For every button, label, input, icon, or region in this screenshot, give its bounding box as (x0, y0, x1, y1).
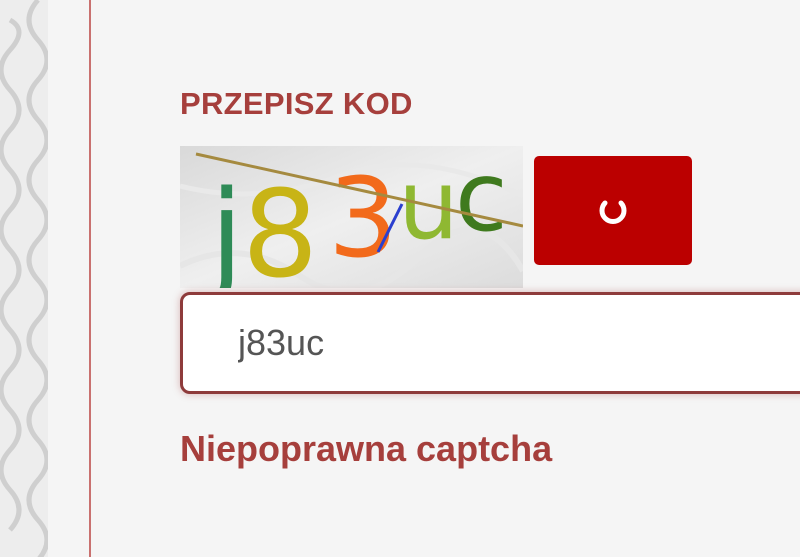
refresh-icon (599, 200, 627, 224)
decorative-pattern (0, 0, 48, 557)
captcha-glyph-c: c (455, 146, 508, 253)
captcha-label: PRZEPISZ KOD (180, 86, 413, 121)
captcha-glyph-j: j (207, 166, 243, 288)
refresh-captcha-button[interactable] (534, 156, 692, 265)
captcha-image: j 8 3 u c (180, 146, 523, 288)
captcha-input[interactable] (180, 292, 800, 394)
vertical-divider (89, 0, 91, 557)
captcha-glyph-3: 3 (328, 154, 398, 282)
captcha-glyph-8: 8 (242, 166, 318, 288)
error-message: Niepoprawna captcha (180, 428, 553, 469)
